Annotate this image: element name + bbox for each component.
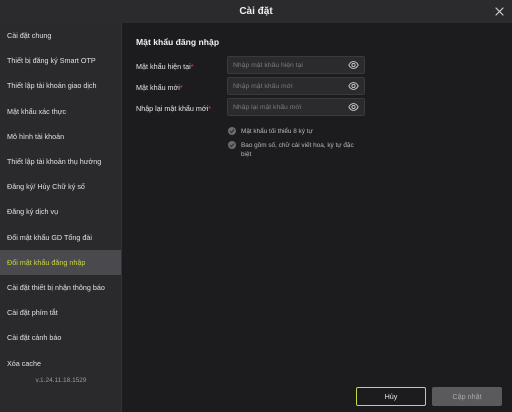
required-marker: *	[190, 61, 194, 71]
sidebar-item-call-center-password[interactable]: Đổi mật khẩu GD Tổng đài	[0, 225, 121, 250]
sidebar-item-smart-otp-devices[interactable]: Thiết bị đăng ký Smart OTP	[0, 48, 121, 73]
title-bar: Cài đặt	[0, 0, 512, 23]
field-label-text: Nhập lại mật khẩu mới	[136, 103, 209, 113]
section-title: Mật khẩu đăng nhập	[136, 37, 220, 47]
cancel-button[interactable]: Hủy	[356, 387, 426, 406]
sidebar-item-login-password[interactable]: Đổi mật khẩu đăng nhập	[0, 249, 121, 275]
sidebar-item-label: Thiết lập tài khoản giao dịch	[7, 81, 97, 91]
sidebar-item-label: Mật khẩu xác thực	[7, 106, 67, 116]
check-circle-icon	[228, 127, 236, 135]
sidebar-item-digital-signature[interactable]: Đăng ký/ Hủy Chữ ký số	[0, 174, 121, 199]
password-rule-text: Mật khẩu tối thiểu 8 ký tự	[241, 128, 313, 135]
sidebar-item-label: Cài đặt phím tắt	[7, 308, 58, 318]
confirm-password-row: Nhập lại mật khẩu mới*	[136, 99, 228, 117]
close-icon[interactable]	[492, 4, 506, 18]
password-rule-min-length: Mật khẩu tối thiểu 8 ký tự	[228, 127, 361, 136]
sidebar-item-label: Cài đặt chung	[7, 31, 52, 41]
sidebar-item-label: Đăng ký dịch vụ	[7, 207, 59, 217]
sidebar-item-clear-cache[interactable]: Xóa cache	[0, 350, 121, 375]
sidebar-item-general[interactable]: Cài đặt chung	[0, 23, 121, 48]
eye-icon[interactable]	[347, 59, 359, 71]
new-password-field	[227, 77, 365, 95]
sidebar-item-label: Xóa cache	[7, 358, 41, 368]
confirm-password-field	[227, 98, 365, 116]
sidebar-item-label: Đổi mật khẩu GD Tổng đài	[7, 232, 92, 242]
confirm-password-label: Nhập lại mật khẩu mới*	[136, 104, 228, 113]
sidebar-item-trading-account[interactable]: Thiết lập tài khoản giao dịch	[0, 73, 121, 98]
required-marker: *	[208, 103, 212, 113]
sidebar-item-beneficiary-account[interactable]: Thiết lập tài khoản thụ hưởng	[0, 149, 121, 174]
new-password-label: Mật khẩu mới*	[136, 83, 228, 92]
current-password-label: Mật khẩu hiện tại*	[136, 62, 228, 71]
password-rule-text: Bao gồm số, chữ cái viết hoa, ký tự đặc …	[241, 142, 354, 158]
sidebar-item-label: Thiết bị đăng ký Smart OTP	[7, 56, 96, 66]
current-password-input[interactable]	[233, 61, 347, 69]
settings-sidebar: Cài đặt chung Thiết bị đăng ký Smart OTP…	[0, 23, 122, 412]
app-version: v.1.24.11.18.1529	[35, 377, 87, 384]
current-password-row: Mật khẩu hiện tại*	[136, 57, 228, 75]
sidebar-item-shortcuts[interactable]: Cài đặt phím tắt	[0, 300, 121, 325]
sidebar-item-account-model[interactable]: Mô hình tài khoản	[0, 124, 121, 149]
settings-content: Mật khẩu đăng nhập Mật khẩu hiện tại* Mậ…	[122, 23, 512, 412]
eye-icon[interactable]	[347, 80, 359, 92]
sidebar-item-notification-devices[interactable]: Cài đặt thiết bị nhận thông báo	[0, 275, 121, 300]
eye-icon[interactable]	[347, 101, 359, 113]
new-password-row: Mật khẩu mới*	[136, 78, 228, 96]
field-label-text: Mật khẩu mới	[136, 82, 180, 92]
confirm-password-input[interactable]	[233, 103, 347, 111]
field-label-text: Mật khẩu hiện tại	[136, 61, 191, 71]
update-button[interactable]: Cập nhật	[432, 387, 502, 406]
sidebar-item-label: Cài đặt thiết bị nhận thông báo	[7, 282, 105, 292]
current-password-field	[227, 56, 365, 74]
window-title: Cài đặt	[239, 6, 273, 17]
check-circle-icon	[228, 141, 236, 149]
sidebar-item-service-registration[interactable]: Đăng ký dịch vụ	[0, 199, 121, 224]
required-marker: *	[179, 82, 183, 92]
sidebar-item-auth-password[interactable]: Mật khẩu xác thực	[0, 99, 121, 124]
sidebar-item-alerts[interactable]: Cài đặt cảnh báo	[0, 325, 121, 350]
sidebar-item-label: Thiết lập tài khoản thụ hưởng	[7, 157, 102, 167]
sidebar-item-label: Mô hình tài khoản	[7, 131, 65, 141]
new-password-input[interactable]	[233, 82, 347, 90]
sidebar-item-label: Đổi mật khẩu đăng nhập	[7, 257, 86, 267]
sidebar-item-label: Đăng ký/ Hủy Chữ ký số	[7, 182, 85, 192]
sidebar-item-label: Cài đặt cảnh báo	[7, 333, 62, 343]
password-rule-complexity: Bao gồm số, chữ cái viết hoa, ký tự đặc …	[228, 141, 361, 159]
